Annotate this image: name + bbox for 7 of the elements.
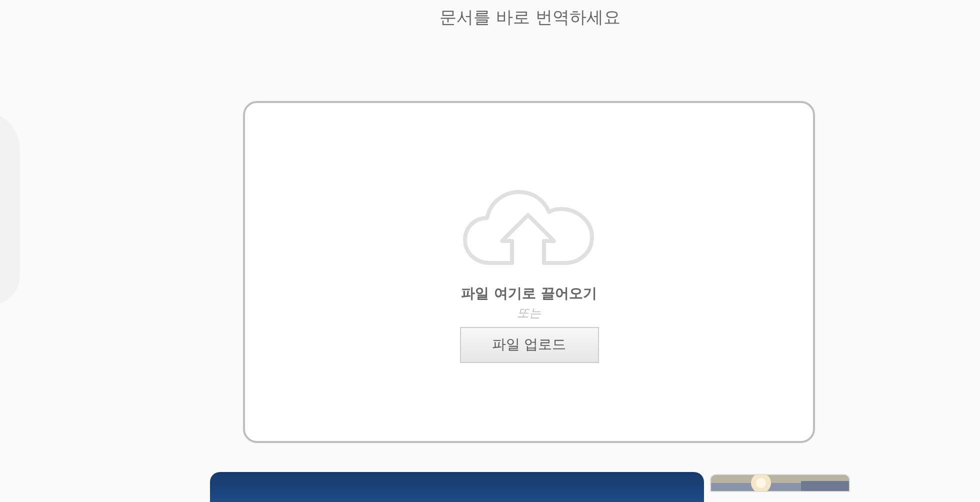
drop-prompt: 파일 여기로 끌어오기 [461,285,597,303]
page-heading: 문서를 바로 번역하세요 [440,7,620,30]
separator-text: 또는 [517,305,541,322]
drop-zone[interactable]: 파일 여기로 끌어오기 또는 파일 업로드 [243,101,815,443]
cloud-upload-icon [462,189,596,265]
upload-button[interactable]: 파일 업로드 [460,327,598,363]
ad-banner[interactable] [210,472,704,502]
